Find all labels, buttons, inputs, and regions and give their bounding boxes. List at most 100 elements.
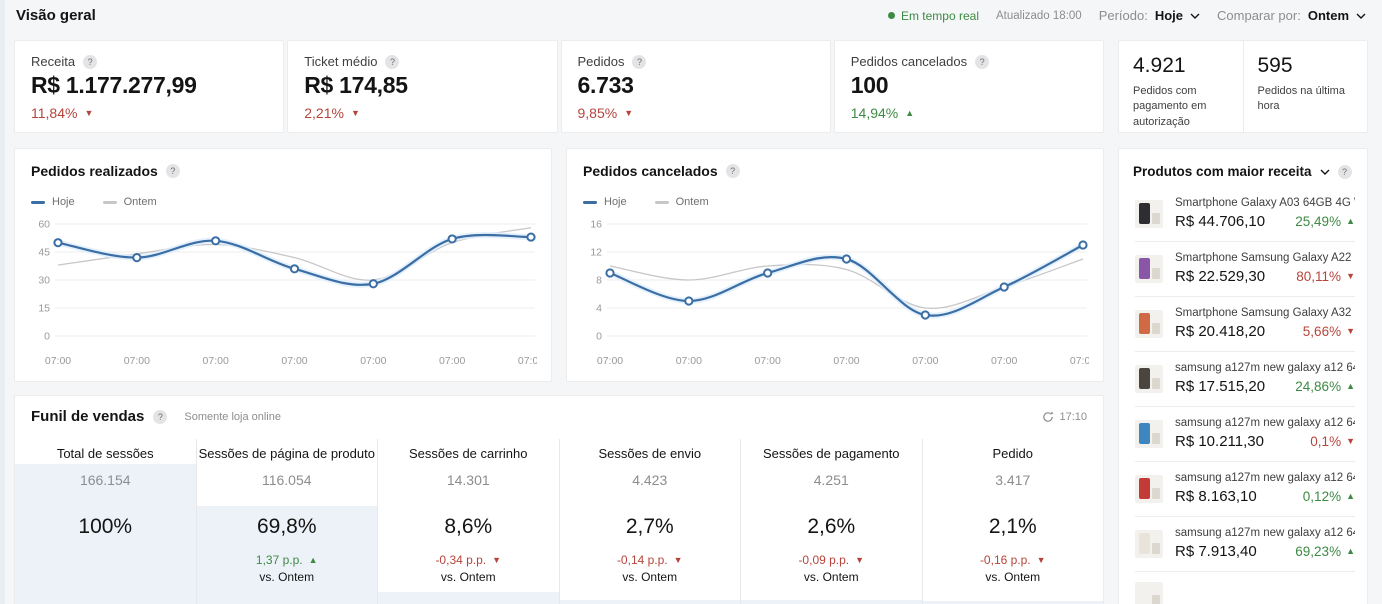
product-delta: 0,1% ▼ (1310, 434, 1355, 449)
product-list-item[interactable]: samsung a127m new galaxy a12 64gb… R$ 17… (1119, 351, 1367, 406)
legend-item-ontem[interactable]: Ontem (103, 196, 157, 208)
orders-chart-card: Pedidos realizados ? Hoje Ontem 01530456… (14, 148, 552, 382)
cancelled-orders-line-chart: 048121607:0007:0007:0007:0007:0007:0007:… (583, 210, 1089, 370)
legend-item-ontem[interactable]: Ontem (655, 196, 709, 208)
svg-text:07:00: 07:00 (597, 355, 623, 367)
kpi-label: Pedidos (578, 54, 625, 69)
svg-text:8: 8 (596, 275, 602, 287)
kpi-label: Ticket médio (304, 54, 377, 69)
funnel-stage: Sessões de envio 4.423 2,7% -0,14 p.p. ▼… (559, 439, 741, 604)
product-delta: 25,49% ▲ (1295, 214, 1355, 229)
funnel-stage-percent: 2,6% (741, 515, 922, 539)
funnel-stage-header: Sessões de envio (560, 439, 741, 461)
funnel-stage-header: Total de sessões (15, 439, 196, 461)
help-icon[interactable]: ? (153, 410, 167, 424)
legend-item-hoje[interactable]: Hoje (583, 196, 627, 208)
trend-arrow-icon: ▼ (1346, 437, 1355, 446)
product-list-item[interactable]: samsung a127m new galaxy a12 64gb… R$ 7.… (1119, 516, 1367, 571)
funnel-bar (741, 600, 922, 604)
funnel-stage-percent: 8,6% (378, 515, 559, 539)
svg-text:07:00: 07:00 (124, 355, 150, 367)
help-icon[interactable]: ? (1338, 165, 1352, 179)
side-stat: 595 Pedidos na última hora (1243, 41, 1368, 132)
legend-item-hoje[interactable]: Hoje (31, 196, 75, 208)
svg-text:12: 12 (590, 247, 602, 259)
period-value: Hoje (1155, 8, 1183, 23)
svg-text:45: 45 (38, 247, 50, 259)
funnel-table: Total de sessões 166.154 100% vs. Ontem (15, 439, 1103, 604)
funnel-stage-header: Sessões de página de produto (197, 439, 378, 461)
svg-text:4: 4 (596, 303, 602, 315)
legend-swatch (655, 201, 669, 204)
products-title: Produtos com maior receita (1133, 164, 1312, 179)
svg-text:07:00: 07:00 (360, 355, 386, 367)
funnel-stage-delta: -0,09 p.p. ▼ vs. Ontem (741, 553, 922, 584)
funnel-stage-sessions: 116.054 (197, 472, 378, 488)
kpi-card: Pedidos cancelados ? 100 14,94% ▲ (834, 40, 1104, 133)
product-delta: 69,23% ▲ (1295, 544, 1355, 559)
period-selector[interactable]: Período: Hoje (1099, 8, 1200, 23)
svg-text:15: 15 (38, 303, 50, 315)
funnel-stage-percent: 100% (15, 515, 196, 539)
help-icon[interactable]: ? (385, 55, 399, 69)
funnel-stage: Sessões de pagamento 4.251 2,6% -0,09 p.… (740, 439, 922, 604)
trend-arrow-icon: ▲ (1346, 492, 1355, 501)
chart-legend: Hoje Ontem (583, 196, 1087, 208)
funnel-stage-header: Pedido (923, 439, 1104, 461)
kpi-label: Pedidos cancelados (851, 54, 967, 69)
trend-arrow-icon: ▼ (84, 109, 93, 118)
trend-arrow-icon: ▲ (1346, 382, 1355, 391)
chevron-down-icon (1190, 13, 1200, 19)
refresh-control[interactable]: 17:10 (1042, 411, 1087, 423)
trend-arrow-icon: ▼ (674, 556, 683, 565)
product-name: Smartphone Samsung Galaxy A32 12… (1175, 307, 1355, 319)
help-icon[interactable]: ? (83, 55, 97, 69)
funnel-stage-percent: 69,8% (197, 515, 378, 539)
kpi-label: Receita (31, 54, 75, 69)
funnel-stage-sessions: 4.423 (560, 472, 741, 488)
partial-list-item (1119, 571, 1367, 604)
product-list: Smartphone Galaxy A03 64GB 4G Wi-… R$ 44… (1119, 186, 1367, 571)
product-delta: 0,12% ▲ (1303, 489, 1355, 504)
funnel-stage: Sessões de carrinho 14.301 8,6% -0,34 p.… (377, 439, 559, 604)
trend-arrow-icon: ▼ (492, 556, 501, 565)
svg-text:07:00: 07:00 (45, 355, 71, 367)
product-list-item[interactable]: Smartphone Samsung Galaxy A32 12… R$ 20.… (1119, 296, 1367, 351)
side-stat-value: 595 (1258, 54, 1364, 78)
side-stat: 4.921 Pedidos com pagamento em autorizaç… (1119, 41, 1243, 132)
product-thumbnail (1135, 310, 1163, 338)
side-stats-card: 4.921 Pedidos com pagamento em autorizaç… (1118, 40, 1368, 133)
side-stat-value: 4.921 (1133, 54, 1239, 78)
product-thumbnail (1135, 582, 1163, 604)
legend-swatch (583, 201, 597, 204)
funnel-stage: Total de sessões 166.154 100% vs. Ontem (15, 439, 196, 604)
help-icon[interactable]: ? (726, 164, 740, 178)
help-icon[interactable]: ? (632, 55, 646, 69)
side-stat-label: Pedidos com pagamento em autorização (1133, 84, 1239, 130)
legend-swatch (31, 201, 45, 204)
refresh-time: 17:10 (1059, 411, 1087, 423)
product-list-item[interactable]: samsung a127m new galaxy a12 64gb… R$ 8.… (1119, 461, 1367, 516)
product-name: Smartphone Samsung Galaxy A22 12… (1175, 252, 1355, 264)
top-products-card: Produtos com maior receita ? Smartphone … (1118, 148, 1368, 604)
kpi-row: Receita ? R$ 1.177.277,99 11,84% ▼ Ticke… (14, 40, 1104, 133)
chevron-down-icon (1356, 13, 1366, 19)
funnel-stage-header: Sessões de carrinho (378, 439, 559, 461)
compare-selector[interactable]: Comparar por: Ontem (1217, 8, 1366, 23)
chevron-down-icon[interactable] (1320, 169, 1330, 175)
overview-dashboard: Visão geral Em tempo real Atualizado 18:… (0, 0, 1382, 604)
page-title: Visão geral (16, 7, 96, 24)
product-list-item[interactable]: samsung a127m new galaxy a12 64gb… R$ 10… (1119, 406, 1367, 461)
trend-arrow-icon: ▼ (624, 109, 633, 118)
orders-line-chart: 01530456007:0007:0007:0007:0007:0007:000… (31, 210, 537, 370)
help-icon[interactable]: ? (975, 55, 989, 69)
period-label: Período: (1099, 8, 1148, 23)
svg-text:60: 60 (38, 219, 50, 231)
help-icon[interactable]: ? (166, 164, 180, 178)
svg-text:0: 0 (44, 331, 50, 343)
refresh-icon (1042, 411, 1054, 423)
kpi-card: Receita ? R$ 1.177.277,99 11,84% ▼ (14, 40, 284, 133)
trend-arrow-icon: ▼ (351, 109, 360, 118)
product-list-item[interactable]: Smartphone Samsung Galaxy A22 12… R$ 22.… (1119, 241, 1367, 296)
product-list-item[interactable]: Smartphone Galaxy A03 64GB 4G Wi-… R$ 44… (1119, 186, 1367, 241)
